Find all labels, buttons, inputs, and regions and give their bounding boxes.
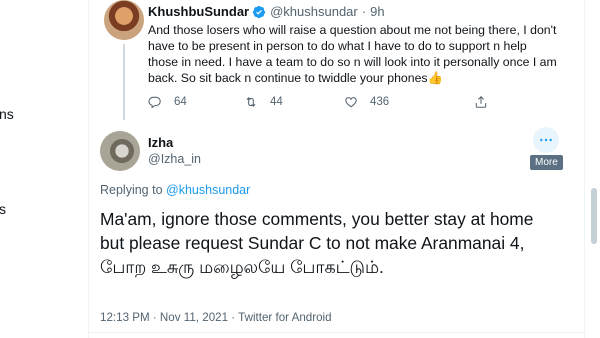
reply-author-avatar[interactable] (100, 131, 140, 171)
replying-to-line: Replying to @khushsundar (100, 183, 250, 197)
more-icon (540, 138, 552, 142)
parent-tweet-text: And those losers who will raise a questi… (148, 23, 557, 85)
reply-author-name[interactable]: Izha (148, 135, 173, 150)
reply-icon (148, 96, 161, 109)
reply-tweet-meta[interactable]: 12:13 PM · Nov 11, 2021 · Twitter for An… (100, 311, 332, 324)
retweet-count: 44 (270, 96, 283, 108)
reply-count: 64 (174, 96, 187, 108)
parent-tweet-handle[interactable]: @khushsundar (270, 4, 358, 19)
header-separator: · (361, 4, 367, 19)
like-icon (345, 97, 357, 108)
replying-to-prefix: Replying to (100, 183, 163, 197)
reply-author-handle[interactable]: @Izha_in (148, 152, 201, 166)
parent-tweet-header: KhushbuSundar @khushsundar · 9h (148, 4, 385, 19)
parent-tweet-avatar[interactable] (104, 0, 144, 40)
retweet-icon (246, 97, 256, 107)
more-options-button[interactable] (533, 127, 559, 153)
scrollbar-thumb[interactable] (591, 188, 597, 244)
reply-button[interactable]: 64 (148, 95, 187, 109)
left-navigation-rail: ns s (0, 0, 88, 338)
thread-connector-line (123, 44, 125, 120)
retweet-button[interactable]: 44 (244, 95, 283, 109)
reply-tweet-text: Ma'am, ignore those comments, you better… (100, 209, 534, 277)
parent-tweet-author-name[interactable]: KhushbuSundar (148, 4, 249, 19)
divider (88, 332, 584, 333)
share-button[interactable] (474, 95, 500, 109)
more-tooltip: More (530, 155, 563, 170)
verified-badge-icon (252, 5, 266, 18)
parent-tweet-action-bar: 64 44 436 (148, 95, 498, 113)
replying-to-handle-link[interactable]: @khushsundar (166, 183, 250, 197)
like-count: 436 (370, 96, 390, 108)
right-scroll-area (584, 0, 600, 338)
nav-label-fragment[interactable]: s (0, 201, 6, 217)
nav-label-fragment[interactable]: ns (0, 106, 14, 122)
share-icon (475, 96, 487, 108)
like-button[interactable]: 436 (344, 95, 389, 109)
parent-tweet-timestamp[interactable]: 9h (370, 4, 384, 19)
